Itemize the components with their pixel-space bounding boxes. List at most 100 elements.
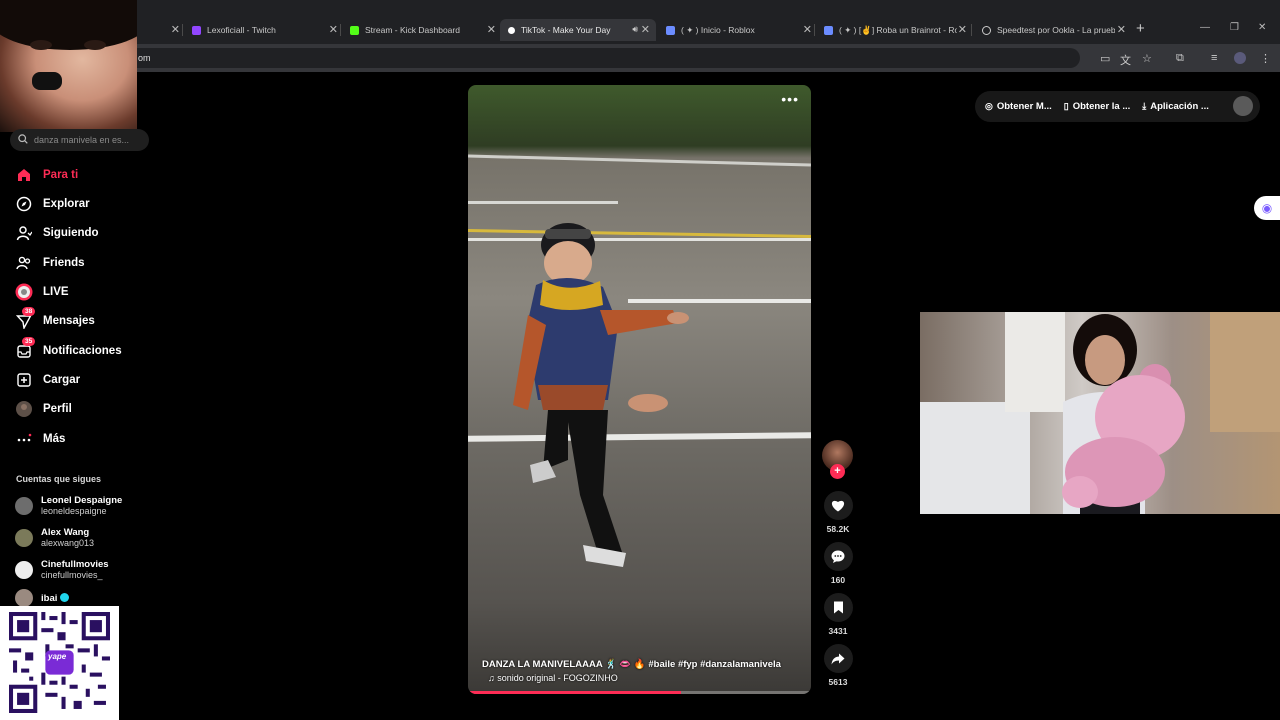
compass-icon — [15, 195, 33, 213]
tab-close-icon[interactable]: ✕ — [958, 23, 967, 36]
webcam-hair — [0, 0, 137, 50]
speaker-icon[interactable]: 🔊︎ — [632, 24, 638, 35]
browser-tab-twitch[interactable]: Lexoficiall - Twitch ✕ — [192, 19, 338, 41]
desktop-app-label: Aplicación ... — [1150, 101, 1209, 112]
nav-item-cargar[interactable]: Cargar — [15, 369, 80, 391]
verified-icon — [60, 593, 70, 603]
nav-item-siguiendo[interactable]: Siguiendo — [15, 222, 99, 244]
nav-item-friends[interactable]: Friends — [15, 252, 85, 274]
user-avatar[interactable] — [1233, 96, 1253, 116]
nav-item-mas[interactable]: Más — [15, 428, 65, 450]
save-count: 3431 — [828, 626, 848, 636]
road-marking — [468, 201, 618, 204]
window-close-icon[interactable]: ✕ — [1258, 22, 1266, 33]
translate-icon[interactable]: 文 — [1120, 52, 1131, 68]
roblox-favicon-icon — [666, 25, 675, 35]
extensions-icon[interactable]: ⧉ — [1176, 52, 1184, 65]
avatar — [15, 529, 33, 547]
search-input[interactable] — [34, 135, 144, 145]
kick-favicon-icon — [350, 25, 359, 35]
browser-tab-roblox-game[interactable]: ( ✦ ) [✌] Roba un Brainrot - Ro ✕ — [824, 19, 967, 41]
home-icon — [15, 166, 33, 184]
music-note-icon: ♫ — [488, 673, 498, 683]
tab-title: Lexoficiall - Twitch — [207, 25, 276, 35]
download-icon: ⤓ — [1142, 101, 1147, 111]
following-item[interactable]: Alex Wang alexwang013 — [15, 527, 94, 549]
browser-tab-bar: ✕ Lexoficiall - Twitch ✕ Stream - Kick D… — [0, 0, 1280, 44]
nav-item-explorar[interactable]: Explorar — [15, 193, 90, 215]
url-text: om — [138, 53, 151, 63]
following-item[interactable]: ibai — [15, 589, 70, 607]
nav-label: Cargar — [43, 374, 81, 386]
top-right-action-bar: ◎ Obtener M... ▯ Obtener la ... ⤓ Aplicació… — [975, 91, 1260, 122]
maximize-icon[interactable]: ❐ — [1230, 22, 1239, 33]
url-field[interactable]: om — [120, 48, 1080, 68]
media-controls-icon[interactable]: ≡ — [1211, 52, 1217, 64]
tab-close-icon[interactable]: ✕ — [487, 23, 496, 36]
browser-tab-tiktok[interactable]: TikTok - Make Your Day 🔊︎ ✕ — [500, 19, 656, 41]
get-coins-button[interactable]: ◎ Obtener M... — [985, 101, 1052, 112]
following-name: Leonel Despaigne — [41, 495, 123, 506]
save-button[interactable]: 3431 — [822, 593, 854, 636]
video-more-options-icon[interactable]: ••• — [781, 91, 799, 107]
get-coins-label: Obtener M... — [996, 101, 1052, 112]
nav-label: LIVE — [43, 286, 69, 298]
profile-avatar[interactable] — [1234, 52, 1246, 64]
share-button[interactable]: 5613 — [822, 644, 854, 687]
more-icon — [15, 430, 33, 448]
following-section-title: Cuentas que sigues — [16, 474, 102, 484]
browser-tab-kick[interactable]: Stream - Kick Dashboard ✕ — [350, 19, 496, 41]
following-item[interactable]: Leonel Despaigne leoneldespaigne — [15, 495, 122, 517]
video-player[interactable]: ••• DANZA LA MANIVELAAAA 🕺 👄 🔥 #baile #f… — [468, 85, 811, 694]
following-username: alexwang013 — [41, 538, 95, 548]
minimize-icon[interactable]: — — [1200, 22, 1210, 33]
nav-item-mensajes[interactable]: 38 Mensajes — [15, 307, 95, 332]
avatar — [15, 497, 33, 515]
nav-label: Friends — [43, 257, 85, 269]
nav-item-live[interactable]: LIVE — [15, 281, 69, 303]
browser-tab-roblox-home[interactable]: ( ✦ ) Inicio - Roblox ✕ — [666, 19, 812, 41]
avatar — [15, 589, 33, 607]
following-username: leoneldespaigne — [41, 506, 107, 516]
tab-close-icon[interactable]: ✕ — [171, 23, 180, 36]
video-progress-fill — [468, 691, 681, 694]
browser-tab[interactable]: ✕ — [140, 19, 180, 41]
tab-close-icon[interactable]: ✕ — [1117, 23, 1126, 36]
phone-icon: ▯ — [1063, 101, 1069, 111]
like-button[interactable]: 58.2K — [822, 491, 854, 534]
globe-icon: ◉ — [1261, 201, 1273, 215]
cast-icon[interactable]: ▭ — [1100, 52, 1110, 65]
following-name: Alex Wang — [41, 527, 90, 538]
webcam-overlay-small — [0, 0, 137, 132]
nav-label: Siguiendo — [43, 227, 99, 239]
nav-label: Para ti — [43, 169, 79, 181]
new-tab-button[interactable]: + — [1136, 20, 1145, 37]
webcam-overlay-large — [920, 312, 1280, 514]
tab-close-icon[interactable]: ✕ — [803, 23, 812, 36]
floating-widget-button[interactable]: ◉ — [1254, 196, 1280, 220]
share-count: 5613 — [828, 677, 848, 687]
tab-close-icon[interactable]: ✕ — [641, 23, 650, 36]
pink-teddy-bear — [1062, 364, 1185, 508]
browser-menu-icon[interactable]: ⋮ — [1260, 52, 1271, 65]
nav-item-para-ti[interactable]: Para ti — [15, 164, 78, 186]
comment-count: 160 — [830, 575, 846, 585]
tab-close-icon[interactable]: ✕ — [329, 23, 338, 36]
bookmark-star-icon[interactable]: ☆ — [1142, 52, 1152, 65]
comment-button[interactable]: 160 — [822, 542, 854, 585]
browser-tab-speedtest[interactable]: Speedtest por Ookla - La prueb ✕ — [982, 19, 1126, 41]
following-item[interactable]: Cinefullmovies cinefullmovies_ — [15, 559, 109, 581]
creator-avatar[interactable]: + — [822, 440, 853, 479]
desktop-app-button[interactable]: ⤓ Aplicación ... — [1142, 101, 1209, 112]
video-sound[interactable]: ♫ sonido original - FOGOZINHO — [488, 673, 618, 683]
tab-title: TikTok - Make Your Day — [521, 25, 611, 35]
nav-item-perfil[interactable]: Perfil — [15, 398, 72, 420]
get-app-button[interactable]: ▯ Obtener la ... — [1064, 101, 1131, 112]
video-progress-bar[interactable] — [468, 691, 811, 694]
search-bar[interactable] — [10, 129, 149, 151]
friends-icon — [15, 254, 33, 272]
follow-plus-icon[interactable]: + — [830, 464, 845, 479]
following-name: Cinefullmovies — [41, 559, 109, 570]
following-username: cinefullmovies_ — [41, 570, 103, 580]
nav-item-notificaciones[interactable]: 35 Notificaciones — [15, 337, 122, 362]
